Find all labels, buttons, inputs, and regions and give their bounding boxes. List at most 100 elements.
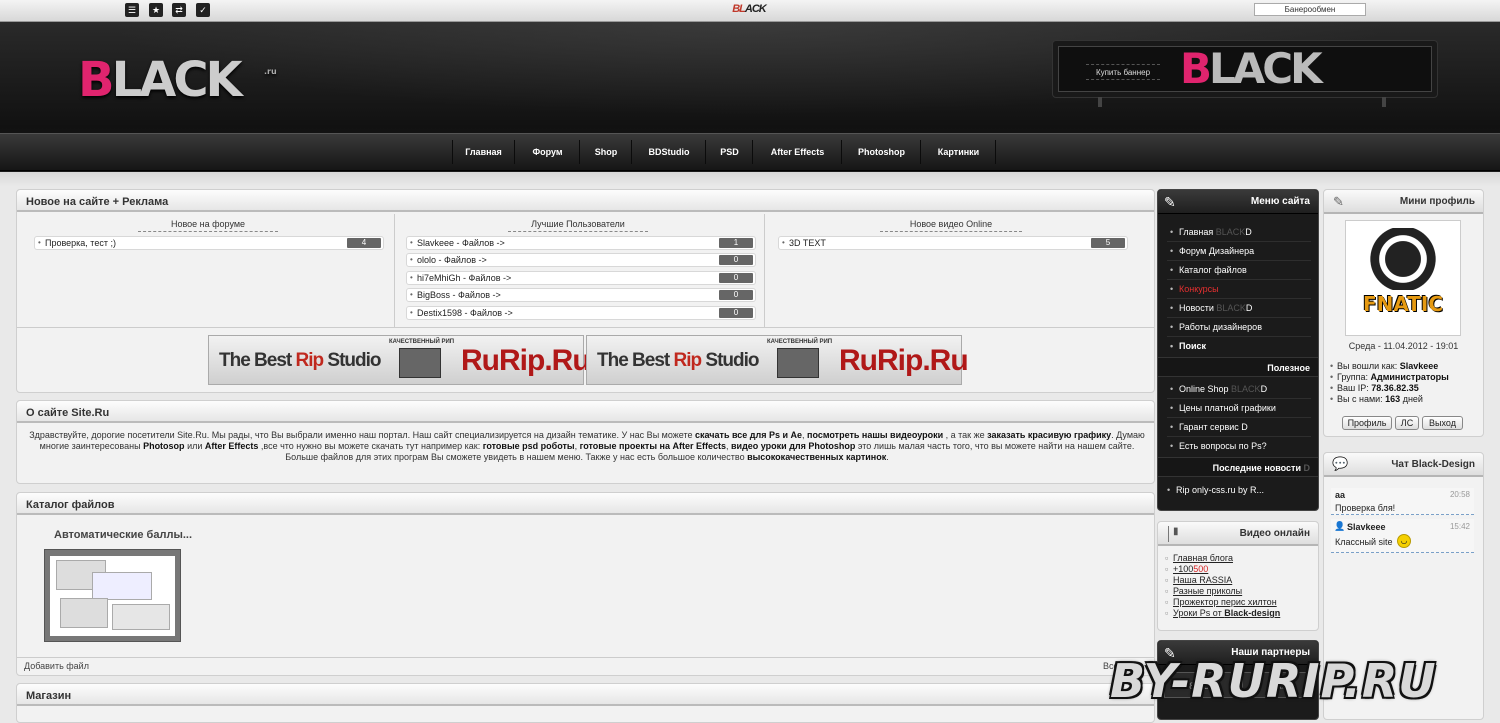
user-row[interactable]: Slavkeee - Файлов -> 1 (406, 236, 756, 250)
about-link[interactable]: посмотреть нашы видеоуроки (807, 430, 943, 440)
latest-news-item[interactable]: Rip only-css.ru by R... (1164, 481, 1314, 500)
profile-button[interactable]: Профиль (1342, 416, 1392, 430)
shop-panel-title: Магазин (26, 690, 72, 702)
share-icon[interactable]: ⇄ (172, 3, 186, 17)
menu-item-online-shop[interactable]: Online Shop BLACKD (1167, 380, 1311, 399)
about-link[interactable]: заказать красивую графику (987, 430, 1111, 440)
menu-item-forum[interactable]: Форум Дизайнера (1167, 242, 1311, 261)
watermark: BY-RURIP.RU (1110, 654, 1437, 708)
pen-icon: ✎ (1164, 194, 1176, 210)
smiley-icon: ◡ (1397, 534, 1411, 548)
divider (17, 657, 1154, 658)
catalog-item-title[interactable]: Автоматические баллы... (54, 529, 192, 541)
video-link[interactable]: Уроки Ps от Black-design (1165, 608, 1280, 619)
menu-item-works[interactable]: Работы дизайнеров (1167, 318, 1311, 337)
video-link-text: Прожектор перис хилтон (1173, 597, 1277, 607)
rss-icon[interactable]: ☰ (125, 3, 139, 17)
video-link[interactable]: Главная блога (1165, 553, 1233, 564)
menu-item-catalog[interactable]: Каталог файлов (1167, 261, 1311, 280)
latest-news-header: Последние новости D (1158, 457, 1318, 477)
divider (764, 214, 765, 327)
chat-message: aa 20:58 Проверка бля! (1331, 488, 1474, 515)
chat-time: 20:58 (1449, 490, 1470, 499)
menu-item-contests[interactable]: Конкурсы (1167, 280, 1311, 299)
add-file-link[interactable]: Добавить файл (24, 661, 89, 671)
avatar-text: FNATIC (1362, 292, 1444, 316)
menu-item-suffix: BLACK (1215, 227, 1246, 237)
menu-item-questions[interactable]: Есть вопросы по Ps? (1167, 437, 1311, 456)
nav-home[interactable]: Главная (452, 140, 515, 164)
banner-exchange-button[interactable]: Банерообмен (1254, 3, 1366, 16)
nav-psd[interactable]: PSD (707, 140, 753, 164)
about-link[interactable]: Photosop (143, 441, 185, 451)
nav-photoshop[interactable]: Photoshop (843, 140, 921, 164)
video-count: 5 (1091, 238, 1125, 248)
video-link[interactable]: Наша RASSIA (1165, 575, 1232, 586)
menu-item-news[interactable]: Новости BLACKD (1167, 299, 1311, 318)
nav-pictures[interactable]: Картинки (922, 140, 996, 164)
chat-username[interactable]: aa (1335, 490, 1345, 500)
thumb-window (112, 604, 170, 630)
users-column-heading: Лучшие Пользователи (508, 219, 648, 232)
shop-panel-header (17, 684, 1154, 706)
nav-after-effects[interactable]: After Effects (754, 140, 842, 164)
menu-item-label: Каталог файлов (1179, 265, 1247, 275)
menu-item-home[interactable]: Главная BLACKD (1167, 223, 1311, 242)
menu-item-guarantee[interactable]: Гарант сервис D (1167, 418, 1311, 437)
video-link[interactable]: +100500 (1165, 564, 1208, 575)
banner-leg-left (1098, 97, 1102, 107)
video-title: 3D TEXT (789, 238, 826, 248)
nav-forum[interactable]: Форум (516, 140, 580, 164)
video-row[interactable]: 3D TEXT 5 (778, 236, 1128, 250)
about-link[interactable]: готовые проекты на After Effects (580, 441, 726, 451)
user-row[interactable]: Destix1598 - Файлов -> 0 (406, 306, 756, 320)
user-file-count: 1 (719, 238, 753, 248)
nav-shop[interactable]: Shop (581, 140, 632, 164)
nav-bdstudio[interactable]: BDStudio (633, 140, 706, 164)
logout-button[interactable]: Выход (1422, 416, 1463, 430)
buy-banner-link[interactable]: Купить баннер (1086, 64, 1160, 80)
about-link[interactable]: высококачественных картинок (747, 452, 886, 462)
rurip-ad-banner[interactable]: The Best Rip Studio КАЧЕСТВЕННЫЙ РИП RuR… (208, 335, 591, 385)
top-mini-logo[interactable]: BLACK (724, 3, 774, 17)
user-row[interactable]: hi7eMhiGh - Файлов -> 0 (406, 271, 756, 285)
profile-key: Группа: (1337, 372, 1371, 382)
header-banner-logo[interactable]: BLACK (1180, 44, 1390, 94)
forum-column-heading: Новое на форуме (138, 219, 278, 232)
menu-item-prices[interactable]: Цены платной графики (1167, 399, 1311, 418)
video-link-highlight: 500 (1193, 564, 1209, 574)
video-link-text: +100 (1173, 564, 1194, 574)
video-link[interactable]: Прожектор перис хилтон (1165, 597, 1277, 608)
user-row[interactable]: BigBoss - Файлов -> 0 (406, 288, 756, 302)
user-file-count: 0 (719, 255, 753, 265)
catalog-panel-title: Каталог файлов (26, 499, 115, 511)
site-logo[interactable]: BLACK .ru (78, 52, 278, 108)
menu-item-search[interactable]: Поиск (1167, 337, 1311, 356)
logo-suffix: .ru (264, 67, 277, 76)
ad-brand: RuRip.Ru (461, 344, 591, 377)
chat-message: 👤 Slavkeee 15:42 Классный site ◡ (1331, 519, 1474, 553)
chat-bubble-icon: 💬 (1332, 456, 1349, 471)
about-text: , а так же (943, 430, 988, 440)
profile-key: Ваш IP: (1337, 383, 1372, 393)
rurip-ad-banner[interactable]: The Best Rip Studio КАЧЕСТВЕННЫЙ РИП RuR… (586, 335, 969, 385)
private-messages-button[interactable]: ЛС (1395, 416, 1419, 430)
user-icon: 👤 (1334, 521, 1346, 531)
thumb-window (92, 572, 152, 600)
user-row[interactable]: ololo - Файлов -> 0 (406, 253, 756, 267)
forum-post-row[interactable]: Проверка, тест ;) 4 (34, 236, 384, 250)
about-link[interactable]: скачать все для Ps и Ae (695, 430, 802, 440)
about-link[interactable]: After Effects (205, 441, 259, 451)
star-icon[interactable]: ★ (149, 3, 163, 17)
about-link[interactable]: готовые psd роботы (483, 441, 575, 451)
menu-item-label: Online Shop (1179, 384, 1232, 394)
top-logo-part-b: ACK (744, 3, 767, 15)
banner-leg-right (1382, 97, 1386, 107)
ad-slogan-b: Rip (295, 350, 325, 371)
video-link[interactable]: Разные приколы (1165, 586, 1242, 597)
ad-slogan: The Best Rip Studio (219, 350, 382, 372)
menu-item-label: Гарант сервис (1179, 422, 1242, 432)
chat-username[interactable]: Slavkeee (1347, 522, 1386, 532)
check-icon[interactable]: ✓ (196, 3, 210, 17)
about-link[interactable]: видео уроки для Photoshop (731, 441, 855, 451)
